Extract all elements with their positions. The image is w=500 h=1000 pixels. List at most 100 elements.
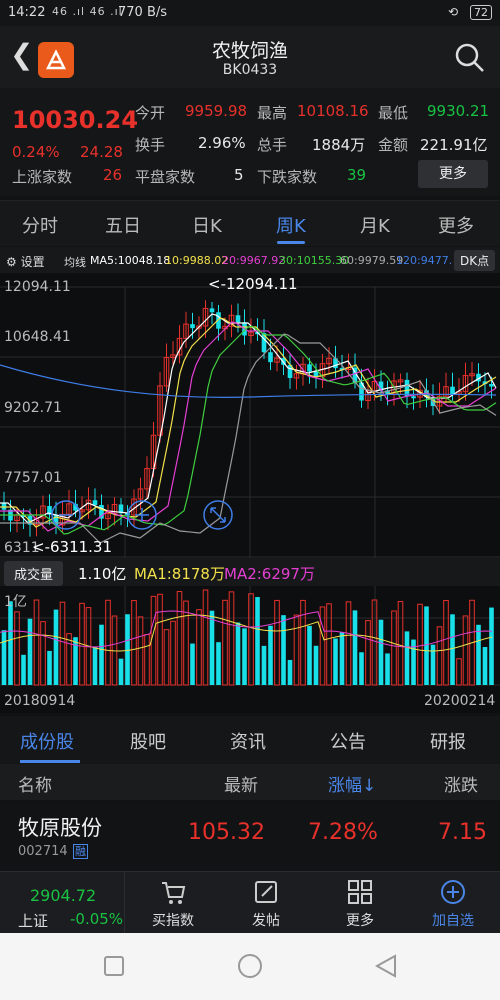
- volume-bar: [261, 645, 267, 685]
- candle-body: [307, 364, 312, 372]
- turnover-value: 2.96%: [198, 134, 246, 152]
- low-value: 9930.21: [427, 102, 490, 120]
- tab-forum[interactable]: 股吧: [130, 728, 166, 754]
- add-watchlist-button[interactable]: 加自选: [425, 878, 481, 930]
- tab-more-periods[interactable]: 更多: [438, 212, 474, 238]
- tab-news[interactable]: 资讯: [230, 728, 266, 754]
- col-change[interactable]: 涨跌: [444, 771, 478, 796]
- high-label: 最高: [257, 104, 288, 122]
- volume-bar: [378, 619, 384, 685]
- volume-bar: [424, 606, 429, 685]
- battery-icon: 72: [470, 5, 492, 20]
- col-change-pct[interactable]: 涨幅↓: [328, 771, 376, 796]
- cart-icon: [162, 882, 186, 904]
- back-nav-icon[interactable]: [374, 953, 398, 979]
- index-widget[interactable]: 2904.72 上证 -0.05%: [0, 872, 125, 934]
- grid-icon: [348, 880, 372, 904]
- tab-constituents[interactable]: 成份股: [20, 728, 74, 754]
- col-name[interactable]: 名称: [18, 771, 52, 796]
- tab-timeshare[interactable]: 分时: [22, 212, 58, 238]
- ma30-value: 30:10155.30: [279, 254, 350, 267]
- volume-bar: [359, 652, 364, 685]
- low-label: 最低: [378, 104, 409, 122]
- volume-bar: [170, 620, 176, 686]
- ma-line: [0, 333, 497, 544]
- volume-bar: [202, 589, 209, 686]
- tab-five-day[interactable]: 五日: [105, 212, 141, 238]
- volume-bar: [300, 599, 306, 686]
- volume-bar: [144, 634, 150, 686]
- app-header: ❮ 农牧饲渔 BK0433: [0, 26, 500, 88]
- volume-bar: [40, 621, 46, 686]
- y-tick-2: 10648.41: [4, 329, 71, 345]
- buy-index-label: 买指数: [152, 913, 194, 929]
- more-button[interactable]: 更多: [332, 878, 388, 930]
- volume-bar: [326, 603, 332, 686]
- col-latest[interactable]: 最新: [224, 771, 258, 796]
- volume-bar: [476, 624, 481, 685]
- min-price-marker: <-6311.31: [32, 538, 113, 556]
- volume-value: 1884万: [312, 136, 366, 154]
- volume-bar: [1, 630, 7, 685]
- ma5-value: MA5:10048.18: [90, 254, 171, 267]
- flat-label: 平盘家数: [135, 168, 196, 186]
- buy-index-button[interactable]: 买指数: [145, 878, 201, 930]
- volume-bar: [339, 632, 345, 685]
- tab-announcements[interactable]: 公告: [330, 728, 366, 754]
- amount-label: 金额: [378, 136, 409, 154]
- volume-bar: [443, 600, 449, 686]
- add-watchlist-label: 加自选: [432, 913, 474, 929]
- candle-body: [1, 503, 7, 510]
- volume-bar: [268, 625, 273, 685]
- volume-bar: [21, 654, 26, 685]
- volume-bar: [385, 653, 390, 685]
- tab-research[interactable]: 研报: [430, 728, 466, 754]
- margin-badge: 融: [73, 844, 88, 859]
- ma-line: [0, 317, 497, 528]
- active-section-indicator: [20, 760, 80, 763]
- kline-chart-area[interactable]: ⚙ 设置 均线 MA5:10048.18 10:9988.02 20:9967.…: [0, 247, 500, 713]
- index-value: 2904.72: [30, 886, 97, 905]
- more-quote-button[interactable]: 更多: [418, 160, 488, 188]
- volume-bar: [313, 645, 319, 685]
- search-icon[interactable]: [454, 42, 486, 74]
- candle-body: [235, 315, 241, 323]
- y-tick-top: 12094.11: [4, 279, 71, 295]
- volume-bar: [53, 609, 59, 685]
- high-value: 10108.16: [297, 102, 369, 120]
- tab-daily-k[interactable]: 日K: [192, 212, 222, 238]
- settings-button[interactable]: ⚙ 设置: [6, 253, 45, 270]
- volume-bar: [99, 624, 104, 685]
- open-label: 今开: [135, 104, 166, 122]
- dk-point-button[interactable]: DK点: [454, 250, 496, 271]
- volume-bar: [14, 611, 20, 686]
- ma20-value: 20:9967.92: [222, 254, 286, 267]
- volume-selector-button[interactable]: 成交量: [4, 561, 64, 586]
- candle-body: [313, 371, 319, 377]
- volume-bar: [157, 593, 163, 686]
- post-label: 发帖: [252, 913, 280, 929]
- volume-label: 总手: [257, 136, 288, 154]
- volume-tick: 1亿: [4, 594, 27, 610]
- stock-code: 002714: [18, 844, 68, 859]
- volume-bar: [397, 601, 404, 686]
- volume-bar: [150, 595, 157, 686]
- recent-apps-icon[interactable]: [103, 955, 125, 977]
- table-row[interactable]: 牧原股份 002714 融 105.32 7.28% 7.15: [0, 802, 500, 870]
- tab-monthly-k[interactable]: 月K: [360, 212, 390, 238]
- home-icon[interactable]: [237, 953, 263, 979]
- candle-body: [450, 386, 455, 395]
- page-title: 农牧饲渔: [211, 40, 288, 62]
- ma-line: [0, 313, 497, 524]
- volume-bar: [105, 599, 111, 686]
- tab-weekly-k[interactable]: 周K: [276, 212, 306, 238]
- bottom-nav: 2904.72 上证 -0.05% 买指数 发帖 更多 加自选: [0, 871, 500, 934]
- volume-bar: [92, 647, 98, 685]
- active-tab-indicator: [277, 241, 305, 244]
- down-label: 下跌家数: [257, 168, 318, 186]
- volume-bar: [183, 600, 189, 686]
- post-button[interactable]: 发帖: [238, 878, 294, 930]
- volume-bar: [125, 614, 130, 685]
- volume-bar: [345, 601, 352, 686]
- volume-bar: [287, 659, 293, 685]
